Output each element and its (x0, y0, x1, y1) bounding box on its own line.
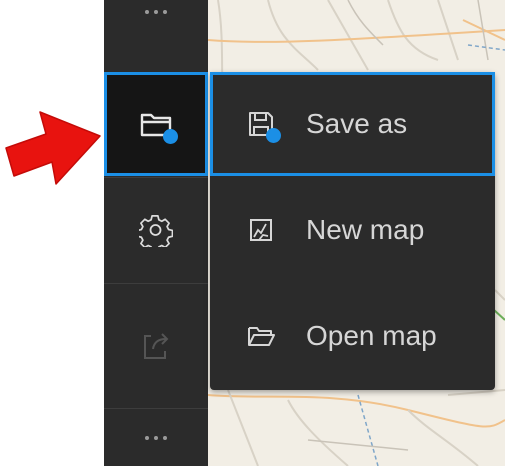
more-dots-icon (145, 436, 167, 440)
share-export-icon (139, 328, 173, 362)
menu-item-label: Open map (306, 320, 437, 351)
open-folder-icon (246, 321, 276, 351)
settings-button[interactable] (104, 178, 208, 282)
gear-icon (136, 213, 174, 252)
vertical-toolbar (104, 0, 208, 466)
active-indicator-dot (266, 128, 281, 143)
new-map-icon (246, 215, 276, 245)
more-options-top[interactable] (104, 0, 208, 70)
active-indicator-dot (163, 129, 178, 144)
red-arrow-icon (5, 111, 101, 185)
screenshot-scene: Save as New map Open map (0, 0, 505, 466)
save-icon (246, 109, 281, 143)
menu-item-new-map[interactable]: New map (210, 178, 495, 282)
toolbar-divider (104, 283, 208, 284)
more-options-bottom[interactable] (104, 410, 208, 466)
map-file-button[interactable] (104, 72, 208, 176)
menu-item-label: New map (306, 214, 425, 245)
menu-item-open-map[interactable]: Open map (210, 284, 495, 388)
toolbar-divider (104, 408, 208, 409)
share-button[interactable] (104, 290, 208, 400)
menu-item-save-as[interactable]: Save as (210, 72, 495, 176)
more-dots-icon (145, 10, 167, 14)
map-file-menu: Save as New map Open map (210, 72, 495, 390)
menu-item-label: Save as (306, 108, 408, 139)
folder-icon (136, 104, 178, 144)
